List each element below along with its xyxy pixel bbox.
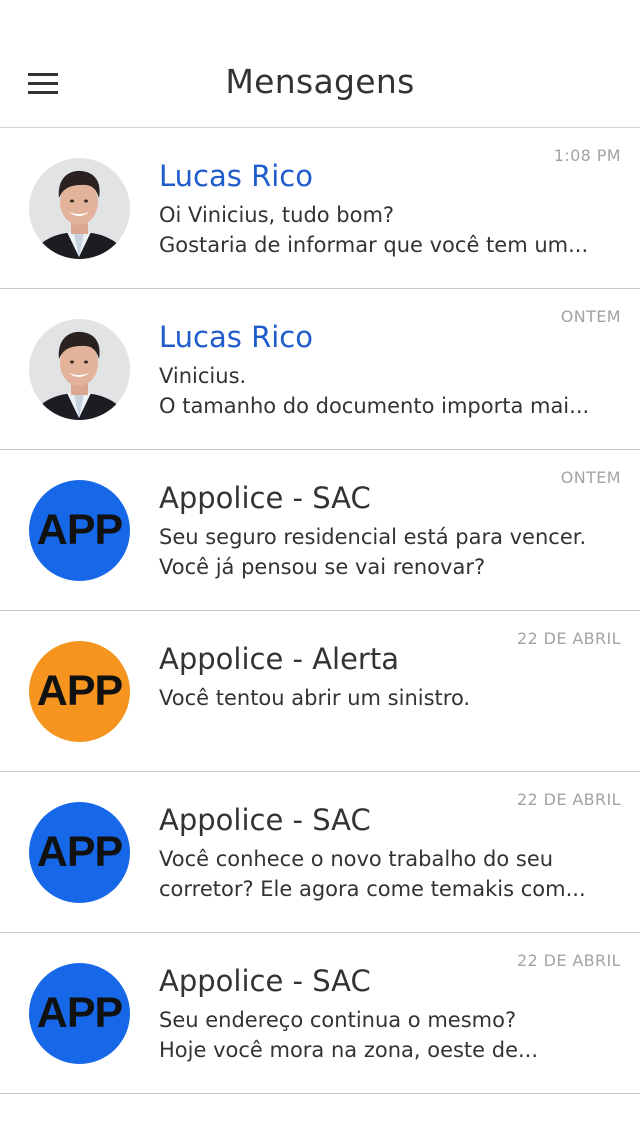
sender-name: Appolice - SAC [159, 481, 371, 515]
message-time: 22 DE ABRIL [516, 629, 621, 648]
sender-name: Lucas Rico [159, 159, 313, 193]
preview-line: Oi Vinicius, tudo bom? [159, 203, 395, 227]
app-avatar: APP [29, 963, 130, 1064]
message-time: 1:08 PM [553, 146, 621, 165]
message-item[interactable]: Lucas Rico ONTEM Vinicius. O tamanho do … [0, 289, 640, 450]
message-preview: Seu seguro residencial está para vencer.… [159, 522, 611, 582]
preview-line: Você conhece o novo trabalho do seu [159, 847, 554, 871]
message-preview: Seu endereço continua o mesmo? Hoje você… [159, 1005, 611, 1065]
message-item[interactable]: APP Appolice - Alerta 22 DE ABRIL Você t… [0, 611, 640, 772]
message-time: ONTEM [560, 307, 621, 326]
sender-name: Lucas Rico [159, 320, 313, 354]
preview-line: Gostaria de informar que você tem um... [159, 233, 589, 257]
preview-line: O tamanho do documento importa mai... [159, 394, 590, 418]
preview-line: Você já pensou se vai renovar? [159, 555, 486, 579]
user-avatar [29, 158, 130, 259]
message-item[interactable]: Lucas Rico 1:08 PM Oi Vinicius, tudo bom… [0, 128, 640, 289]
message-preview: Você conhece o novo trabalho do seu corr… [159, 844, 611, 904]
preview-line: Vinicius. [159, 364, 247, 388]
app-avatar: APP [29, 641, 130, 742]
preview-line: Hoje você mora na zona, oeste de... [159, 1038, 539, 1062]
sender-name: Appolice - Alerta [159, 642, 400, 676]
sender-name: Appolice - SAC [159, 964, 371, 998]
app-avatar: APP [29, 802, 130, 903]
preview-line: Seu seguro residencial está para vencer. [159, 525, 587, 549]
message-preview: Vinicius. O tamanho do documento importa… [159, 361, 611, 421]
preview-line: Seu endereço continua o mesmo? [159, 1008, 517, 1032]
app-header: Mensagens [0, 0, 640, 128]
user-avatar [29, 319, 130, 420]
preview-line: corretor? Ele agora come temakis com... [159, 877, 586, 901]
sender-name: Appolice - SAC [159, 803, 371, 837]
message-preview: Você tentou abrir um sinistro. [159, 683, 611, 713]
page-title: Mensagens [225, 62, 415, 101]
preview-line: Você tentou abrir um sinistro. [159, 686, 471, 710]
message-list: Lucas Rico 1:08 PM Oi Vinicius, tudo bom… [0, 128, 640, 1094]
message-time: ONTEM [560, 468, 621, 487]
message-time: 22 DE ABRIL [516, 951, 621, 970]
message-time: 22 DE ABRIL [516, 790, 621, 809]
message-item[interactable]: APP Appolice - SAC ONTEM Seu seguro resi… [0, 450, 640, 611]
message-item[interactable]: APP Appolice - SAC 22 DE ABRIL Seu ender… [0, 933, 640, 1094]
message-preview: Oi Vinicius, tudo bom? Gostaria de infor… [159, 200, 611, 260]
message-item[interactable]: APP Appolice - SAC 22 DE ABRIL Você conh… [0, 772, 640, 933]
app-avatar: APP [29, 480, 130, 581]
